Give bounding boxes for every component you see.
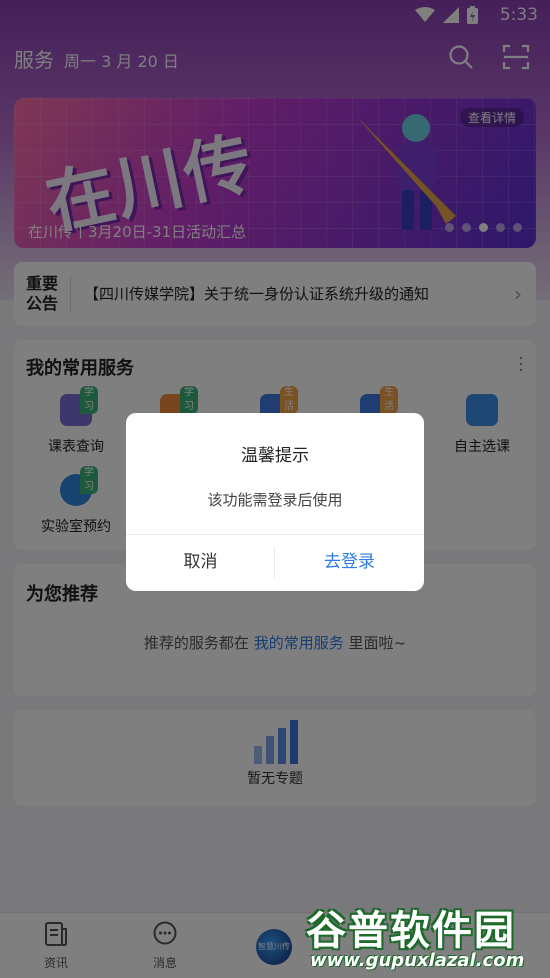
watermark: 谷普软件园 www.gupuxlazal.com (302, 892, 550, 978)
watermark-brand: 谷普软件园 (306, 908, 516, 954)
login-required-dialog: 温馨提示 该功能需登录后使用 取消 去登录 (126, 413, 424, 591)
login-button[interactable]: 去登录 (275, 534, 424, 591)
dialog-title: 温馨提示 (241, 446, 309, 466)
dialog-message: 该功能需登录后使用 (207, 491, 343, 509)
cancel-button[interactable]: 取消 (126, 534, 275, 591)
watermark-url: www.gupuxlazal.com (310, 950, 525, 971)
